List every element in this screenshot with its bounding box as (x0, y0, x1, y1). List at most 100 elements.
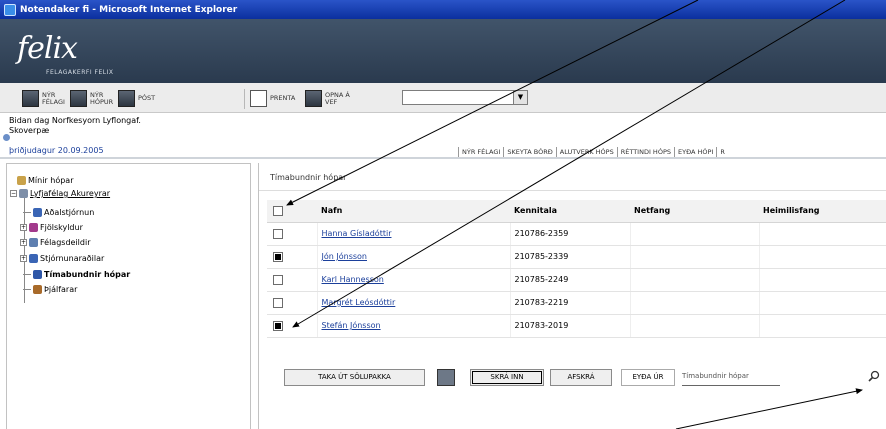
member-address (759, 222, 886, 246)
tab-new-member[interactable]: NÝR FÉLAGI (458, 147, 503, 157)
member-kennitala: 210786-2359 (510, 222, 631, 246)
table-header-row: Nafn Kennitala Netfang Heimilisfang (267, 200, 886, 223)
chevron-down-icon[interactable]: ▼ (513, 91, 527, 104)
print-icon (250, 90, 267, 107)
tree-root[interactable]: Mínir hópar (17, 176, 73, 185)
table-row[interactable]: Karl Hannesson 210785-2249 (267, 268, 886, 292)
group-icon (29, 254, 38, 263)
tab-message-board[interactable]: SKEYTA BÓRÐ (503, 147, 555, 157)
new-group-button[interactable]: NÝR HÓPUR (70, 90, 113, 107)
table-row[interactable]: Hanna Gísladóttir 210786-2359 (267, 222, 886, 246)
search-icon[interactable] (868, 370, 880, 382)
row-checkbox[interactable] (273, 297, 283, 308)
member-name-link[interactable]: Karl Hannesson (322, 275, 384, 284)
panel-title: Tímabundnir hópar (270, 173, 347, 182)
column-header-kennitala[interactable]: Kennitala (510, 200, 630, 223)
delete-from-button[interactable]: EYÐA ÚR (621, 369, 675, 386)
felix-logo[interactable]: felix (17, 31, 78, 66)
member-email (630, 314, 760, 338)
member-kennitala: 210783-2019 (510, 314, 631, 338)
group-members-pane: Tímabundnir hópar Nafn Kennitala Netfang… (258, 163, 886, 429)
member-name-link[interactable]: Jón Jónsson (322, 252, 368, 261)
new-member-icon (22, 90, 39, 107)
collapse-icon[interactable]: − (10, 190, 17, 197)
groups-icon (17, 176, 26, 185)
action-tabs: NÝR FÉLAGI SKEYTA BÓRÐ ALUTVERK HÓPS RÉT… (458, 147, 728, 157)
search-button[interactable] (437, 369, 455, 386)
row-checkbox[interactable] (273, 320, 283, 331)
members-table: Nafn Kennitala Netfang Heimilisfang Hann… (267, 200, 886, 338)
row-checkbox[interactable] (273, 228, 283, 239)
member-name-link[interactable]: Stefán Jónsson (322, 321, 381, 330)
remove-package-button[interactable]: TAKA ÚT SÖLUPAKKA (284, 369, 425, 386)
member-email (630, 291, 760, 315)
member-kennitala: 210785-2249 (510, 268, 631, 292)
member-email (630, 268, 760, 292)
ie-icon (4, 3, 16, 16)
browser-window: Notendaker fi - Microsoft Internet Explo… (0, 0, 886, 429)
group-tree-pane: Mínir hópar − Lyfjafélag Akureyrar Aðals… (6, 163, 251, 429)
header-divider (0, 157, 886, 159)
member-address (759, 268, 886, 292)
tree-item-0[interactable]: Aðalstjórnun (23, 208, 94, 217)
tree-item-1[interactable]: + Fjölskyldur (20, 223, 83, 232)
member-address (759, 314, 886, 338)
column-header-address[interactable]: Heimilisfang (759, 200, 886, 223)
logo-tagline: FELAGAKERFI FELIX (46, 69, 114, 76)
tree-item-4[interactable]: Tímabundnir hópar (23, 270, 130, 279)
toolbar-separator (244, 89, 245, 109)
tab-group-rights[interactable]: RÉTTINDI HÓPS (616, 147, 674, 157)
window-title: Notendaker fi - Microsoft Internet Explo… (20, 4, 238, 15)
member-email (630, 245, 760, 269)
register-button[interactable]: SKRÁ INN (470, 369, 544, 386)
table-row[interactable]: Jón Jónsson 210785-2339 (267, 245, 886, 269)
group-icon (33, 270, 42, 279)
tab-delete-group[interactable]: EYÐA HÓPI (674, 147, 716, 157)
group-search-field[interactable]: Tímabundnir hópar (682, 369, 780, 386)
new-member-button[interactable]: NÝR FÉLAGI (22, 90, 65, 107)
group-icon (33, 208, 42, 217)
column-header-name[interactable]: Nafn (317, 200, 510, 223)
toolbar-dropdown[interactable]: ▼ (402, 90, 528, 105)
member-name-link[interactable]: Margrét Leósdóttir (322, 298, 396, 307)
user-name: Skoverpæ (9, 126, 50, 135)
table-row[interactable]: Stefán Jónsson 210783-2019 (267, 314, 886, 338)
member-kennitala: 210783-2219 (510, 291, 631, 315)
folder-icon (19, 189, 28, 198)
expand-icon[interactable]: + (20, 239, 27, 246)
info-header: Bidan dag Norfkesyorn Lyflongaf. Skoverp… (0, 113, 886, 159)
greeting-text: Bidan dag Norfkesyorn Lyflongaf. (9, 116, 141, 125)
row-checkbox[interactable] (273, 274, 283, 285)
member-address (759, 245, 886, 269)
user-icon (3, 134, 10, 141)
member-email (630, 222, 760, 246)
expand-icon[interactable]: + (20, 255, 27, 262)
web-button[interactable]: OPNA Á VEF (305, 90, 350, 107)
member-name-link[interactable]: Hanna Gísladóttir (322, 229, 392, 238)
group-icon (29, 223, 38, 232)
member-address (759, 291, 886, 315)
tree-item-2[interactable]: + Félagsdeildir (20, 238, 91, 247)
group-icon (33, 285, 42, 294)
panel-divider (259, 190, 886, 191)
select-all-checkbox[interactable] (273, 205, 283, 216)
tab-group-roles[interactable]: ALUTVERK HÓPS (555, 147, 617, 157)
tab-more[interactable]: R (716, 147, 728, 157)
tree-item-3[interactable]: + Stjórnunaraðilar (20, 254, 104, 263)
new-group-icon (70, 90, 87, 107)
date-text: þriðjudagur 20.09.2005 (9, 146, 104, 155)
print-button[interactable]: PRENTA (250, 90, 295, 107)
group-icon (29, 238, 38, 247)
row-checkbox[interactable] (273, 251, 283, 262)
expand-icon[interactable]: + (20, 224, 27, 231)
web-icon (305, 90, 322, 107)
tree-item-5[interactable]: Þjálfarar (23, 285, 77, 294)
table-row[interactable]: Margrét Leósdóttir 210783-2219 (267, 291, 886, 315)
brand-header: felix FELAGAKERFI FELIX (0, 19, 886, 83)
tree-group[interactable]: − Lyfjafélag Akureyrar (10, 189, 110, 198)
column-header-email[interactable]: Netfang (630, 200, 759, 223)
mail-button[interactable]: PÓST (118, 90, 155, 107)
mail-icon (118, 90, 135, 107)
title-bar: Notendaker fi - Microsoft Internet Explo… (0, 0, 886, 19)
unregister-button[interactable]: AFSKRÁ (550, 369, 612, 386)
